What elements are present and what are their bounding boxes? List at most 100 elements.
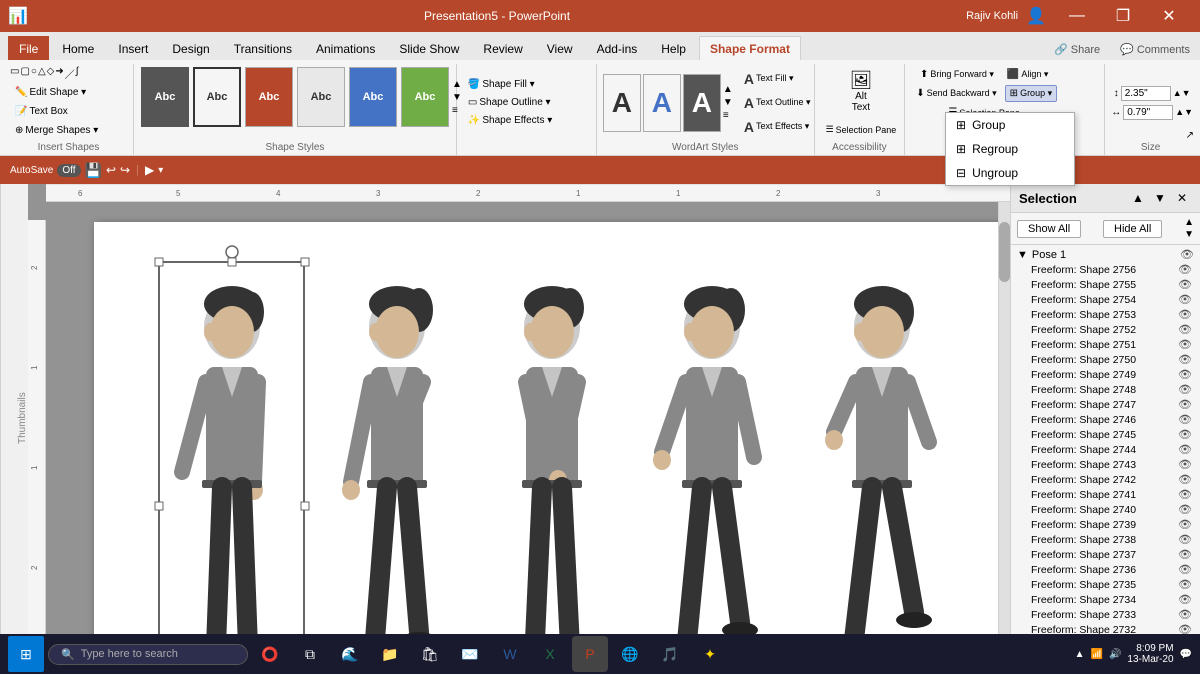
- dropdown-item-regroup[interactable]: ⊞ Regroup: [946, 137, 1074, 161]
- layer-item[interactable]: Freeform: Shape 2743 👁: [1015, 457, 1196, 472]
- layer-item[interactable]: Freeform: Shape 2754 👁: [1015, 292, 1196, 307]
- item-eye-3[interactable]: 👁: [1178, 308, 1192, 321]
- wordart-expand[interactable]: ≡: [723, 110, 733, 121]
- minimize-button[interactable]: —: [1054, 0, 1100, 32]
- network-icon[interactable]: 📶: [1091, 649, 1103, 660]
- cortana-button[interactable]: ⭕: [252, 636, 288, 672]
- item-eye-16[interactable]: 👁: [1178, 503, 1192, 516]
- layer-item[interactable]: Freeform: Shape 2735 👁: [1015, 577, 1196, 592]
- text-effects-button[interactable]: A Text Effects ▾: [739, 116, 816, 138]
- group-eye-icon[interactable]: 👁: [1180, 248, 1194, 261]
- present-button[interactable]: ▶: [145, 163, 154, 177]
- layer-item[interactable]: Freeform: Shape 2746 👁: [1015, 412, 1196, 427]
- powerpoint-active-button[interactable]: P: [572, 636, 608, 672]
- item-eye-13[interactable]: 👁: [1178, 458, 1192, 471]
- item-eye-17[interactable]: 👁: [1178, 518, 1192, 531]
- tab-animations[interactable]: Animations: [305, 36, 386, 60]
- selection-pane-acc-button[interactable]: ☰Selection Pane: [821, 121, 902, 138]
- item-eye-15[interactable]: 👁: [1178, 488, 1192, 501]
- layer-item[interactable]: Freeform: Shape 2734 👁: [1015, 592, 1196, 607]
- item-eye-2[interactable]: 👁: [1178, 293, 1192, 306]
- item-eye-21[interactable]: 👁: [1178, 578, 1192, 591]
- text-outline-button[interactable]: A Text Outline ▾: [739, 92, 816, 114]
- dropdown-item-ungroup[interactable]: ⊟ Ungroup: [946, 161, 1074, 185]
- layer-group-header[interactable]: ▼ Pose 1 👁: [1015, 247, 1196, 262]
- shape-diamond[interactable]: ◇: [47, 66, 55, 81]
- search-box[interactable]: 🔍 Type here to search: [48, 644, 248, 665]
- item-eye-4[interactable]: 👁: [1178, 323, 1192, 336]
- share-button[interactable]: 🔗Share: [1044, 39, 1110, 60]
- layer-item[interactable]: Freeform: Shape 2742 👁: [1015, 472, 1196, 487]
- browser2-button[interactable]: 🌐: [612, 636, 648, 672]
- shape-fill-button[interactable]: 🪣Shape Fill ▾: [463, 76, 557, 93]
- tab-view[interactable]: View: [536, 36, 584, 60]
- redo-button[interactable]: ↪: [120, 163, 130, 177]
- height-input[interactable]: [1121, 86, 1171, 101]
- send-backward-button[interactable]: ⬇Send Backward ▾: [911, 85, 1001, 102]
- edge-button[interactable]: 🌊: [332, 636, 368, 672]
- tab-insert[interactable]: Insert: [107, 36, 159, 60]
- layer-item[interactable]: Freeform: Shape 2748 👁: [1015, 382, 1196, 397]
- item-eye-9[interactable]: 👁: [1178, 398, 1192, 411]
- item-eye-14[interactable]: 👁: [1178, 473, 1192, 486]
- item-eye-10[interactable]: 👁: [1178, 413, 1192, 426]
- tab-home[interactable]: Home: [51, 36, 105, 60]
- item-eye-8[interactable]: 👁: [1178, 383, 1192, 396]
- excel-button[interactable]: X: [532, 636, 568, 672]
- clock[interactable]: 8:09 PM: [1127, 643, 1173, 654]
- close-panel-button[interactable]: ✕: [1172, 188, 1192, 208]
- tab-design[interactable]: Design: [161, 36, 220, 60]
- task-view-button[interactable]: ⧉: [292, 636, 328, 672]
- wordart-down[interactable]: ▼: [723, 97, 733, 108]
- file-explorer-button[interactable]: 📁: [372, 636, 408, 672]
- layer-item[interactable]: Freeform: Shape 2744 👁: [1015, 442, 1196, 457]
- width-input[interactable]: [1123, 105, 1173, 120]
- item-eye-1[interactable]: 👁: [1178, 278, 1192, 291]
- layer-item[interactable]: Freeform: Shape 2739 👁: [1015, 517, 1196, 532]
- tab-file[interactable]: File: [8, 36, 49, 60]
- item-eye-12[interactable]: 👁: [1178, 443, 1192, 456]
- layer-item[interactable]: Freeform: Shape 2750 👁: [1015, 352, 1196, 367]
- align-button[interactable]: ⬛Align ▾: [1002, 66, 1053, 83]
- layer-item[interactable]: Freeform: Shape 2747 👁: [1015, 397, 1196, 412]
- height-arrows[interactable]: ▲▼: [1173, 88, 1191, 98]
- text-fill-button[interactable]: A Text Fill ▾: [739, 68, 816, 90]
- layer-item[interactable]: Freeform: Shape 2749 👁: [1015, 367, 1196, 382]
- shape-circle[interactable]: ○: [31, 66, 37, 81]
- store-button[interactable]: 🛍: [412, 636, 448, 672]
- hide-all-button[interactable]: Hide All: [1103, 220, 1162, 238]
- size-expand[interactable]: ↗: [1186, 130, 1194, 141]
- item-eye-19[interactable]: 👁: [1178, 548, 1192, 561]
- layer-item[interactable]: Freeform: Shape 2741 👁: [1015, 487, 1196, 502]
- tab-addins[interactable]: Add-ins: [586, 36, 649, 60]
- wordart-style-2[interactable]: A: [643, 74, 681, 132]
- scroll-down-button[interactable]: ▼: [1184, 229, 1194, 240]
- collapse-up-button[interactable]: ▲: [1128, 188, 1148, 208]
- shape-line[interactable]: ／: [65, 66, 75, 81]
- shape-style-3[interactable]: Abc: [245, 67, 293, 127]
- shape-style-5[interactable]: Abc: [349, 67, 397, 127]
- shape-curve[interactable]: ∫: [76, 66, 79, 81]
- item-eye-6[interactable]: 👁: [1178, 353, 1192, 366]
- shape-style-1[interactable]: Abc: [141, 67, 189, 127]
- tab-shapeformat[interactable]: Shape Format: [699, 36, 801, 60]
- shape-style-2[interactable]: Abc: [193, 67, 241, 127]
- layer-item[interactable]: Freeform: Shape 2737 👁: [1015, 547, 1196, 562]
- width-arrows[interactable]: ▲▼: [1175, 107, 1193, 117]
- layer-item[interactable]: Freeform: Shape 2738 👁: [1015, 532, 1196, 547]
- shape-outline-button[interactable]: ▭Shape Outline ▾: [463, 94, 557, 111]
- shape-rounded[interactable]: ▢: [20, 66, 29, 81]
- vertical-scrollbar[interactable]: [998, 202, 1010, 634]
- shape-arrow[interactable]: ➜: [55, 66, 63, 81]
- alt-text-button[interactable]: 🖼 Alt Text: [831, 66, 891, 117]
- dropdown-item-group[interactable]: ⊞ Group: [946, 113, 1074, 137]
- tab-review[interactable]: Review: [472, 36, 533, 60]
- word-button[interactable]: W: [492, 636, 528, 672]
- wordart-style-1[interactable]: A: [603, 74, 641, 132]
- date[interactable]: 13-Mar-20: [1127, 654, 1173, 665]
- tab-transitions[interactable]: Transitions: [223, 36, 303, 60]
- start-button[interactable]: ⊞: [8, 636, 44, 672]
- item-eye-5[interactable]: 👁: [1178, 338, 1192, 351]
- show-all-button[interactable]: Show All: [1017, 220, 1081, 238]
- app1-button[interactable]: 🎵: [652, 636, 688, 672]
